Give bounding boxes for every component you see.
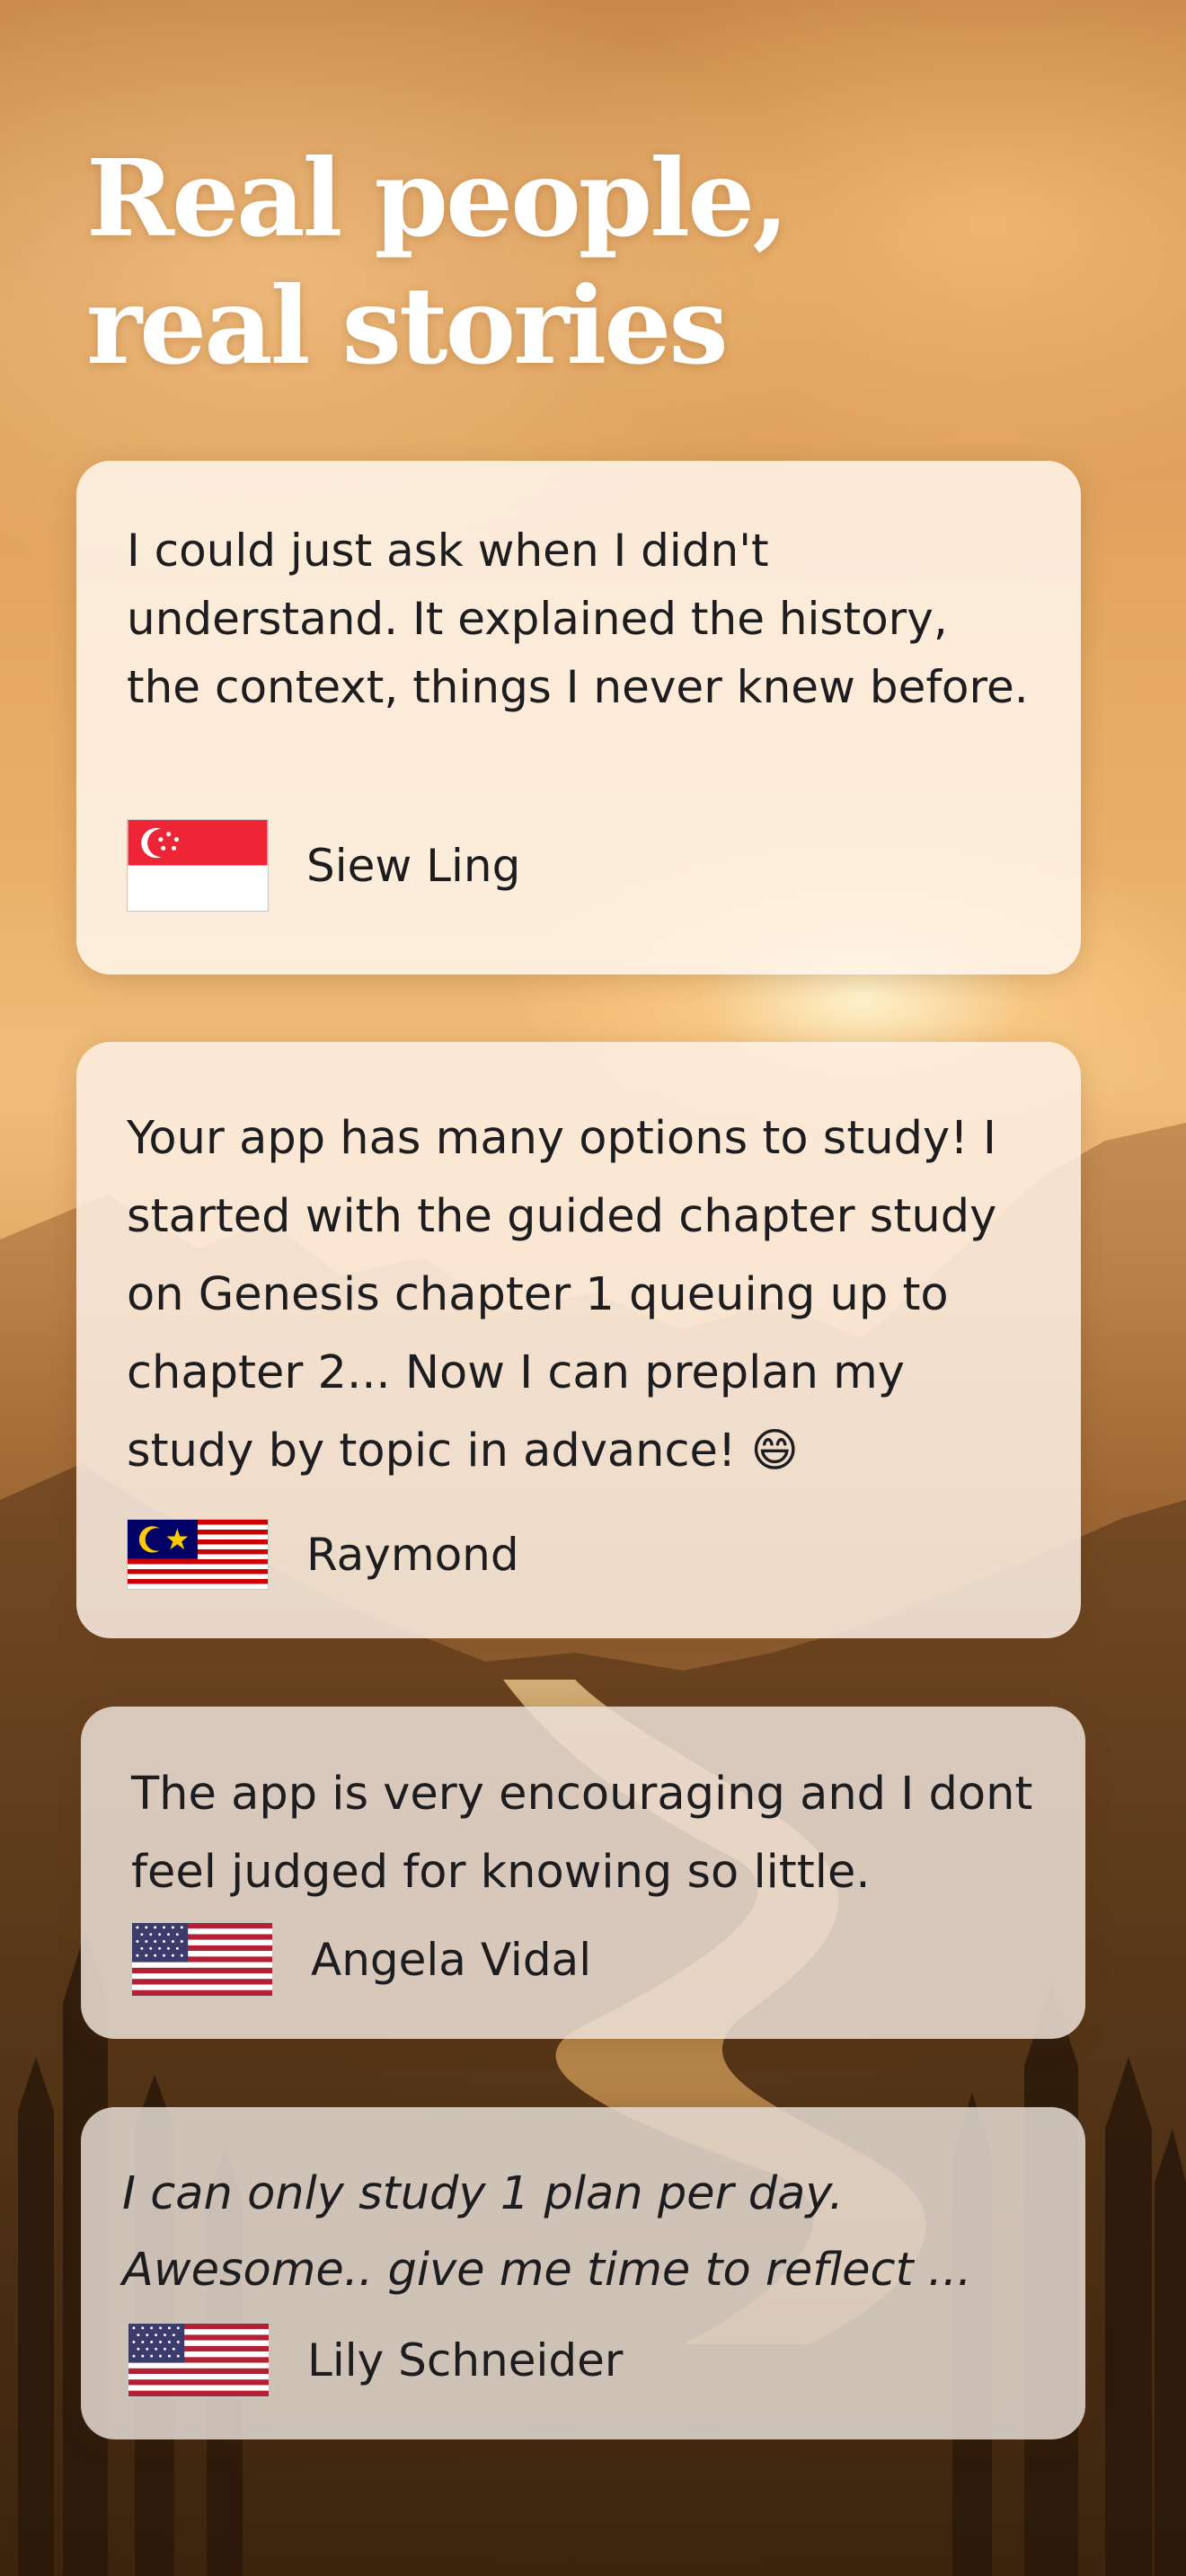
author-name: Siew Ling xyxy=(306,839,521,892)
page-title-line-2: real stories xyxy=(86,263,729,388)
testimonial-card: I could just ask when I didn't understan… xyxy=(76,461,1081,975)
usa-flag-icon xyxy=(131,1922,273,1997)
testimonial-author: Angela Vidal xyxy=(131,1922,591,1997)
testimonial-author: Raymond xyxy=(127,1519,519,1590)
testimonial-author: Siew Ling xyxy=(127,819,520,912)
testimonial-card: The app is very encouraging and I dont f… xyxy=(81,1707,1085,2039)
testimonial-author: Lily Schneider xyxy=(128,2323,623,2397)
author-name: Lily Schneider xyxy=(307,2333,624,2386)
testimonial-quote: I could just ask when I didn't understan… xyxy=(127,525,1029,713)
testimonial-quote: Your app has many options to study! I st… xyxy=(127,1112,997,1478)
testimonial-quote: I can only study 1 plan per day. Awesome… xyxy=(122,2167,972,2297)
author-name: Angela Vidal xyxy=(311,1933,592,1986)
page-title-line-1: Real people, xyxy=(86,136,789,260)
author-name: Raymond xyxy=(306,1528,519,1581)
usa-flag-icon xyxy=(128,2323,270,2397)
singapore-flag-icon xyxy=(127,819,269,912)
testimonial-card: Your app has many options to study! I st… xyxy=(76,1042,1081,1638)
page-title: Real people, real stories xyxy=(86,135,789,390)
testimonial-card: I can only study 1 plan per day. Awesome… xyxy=(81,2107,1085,2439)
testimonial-quote: The app is very encouraging and I dont f… xyxy=(131,1768,1033,1899)
malaysia-flag-icon xyxy=(127,1519,269,1590)
